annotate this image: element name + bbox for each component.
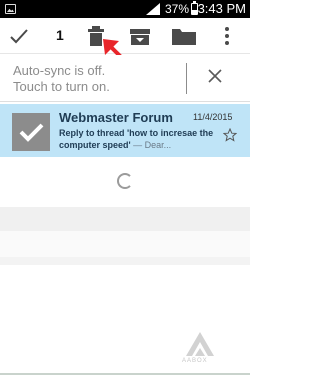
image-notification-icon bbox=[5, 4, 16, 14]
archive-box-icon[interactable] bbox=[129, 26, 151, 46]
status-bar: 37% 3:43 PM bbox=[0, 0, 250, 18]
loading-area bbox=[0, 157, 250, 207]
email-snippet: Reply to thread 'how to incresae the com… bbox=[59, 127, 221, 151]
auto-sync-message: Auto-sync is off. Touch to turn on. bbox=[13, 63, 110, 95]
more-vert-icon[interactable] bbox=[223, 26, 231, 46]
selected-check-icon[interactable] bbox=[12, 113, 50, 151]
selected-count: 1 bbox=[56, 27, 64, 43]
close-icon[interactable] bbox=[205, 66, 225, 86]
battery-percent: 37% bbox=[165, 2, 190, 16]
signal-icon bbox=[146, 3, 160, 15]
done-check-icon[interactable] bbox=[9, 26, 29, 46]
action-toolbar: 1 bbox=[0, 18, 250, 54]
watermark-text: AABOX bbox=[182, 358, 208, 364]
email-list-item[interactable]: Webmaster Forum 11/4/2015 Reply to threa… bbox=[0, 104, 250, 157]
move-folder-icon[interactable] bbox=[171, 26, 197, 46]
empty-list-band bbox=[0, 257, 250, 265]
star-icon[interactable] bbox=[223, 128, 237, 142]
delete-trash-icon[interactable] bbox=[87, 24, 105, 48]
email-date: 11/4/2015 bbox=[193, 112, 233, 122]
empty-list-band bbox=[0, 231, 250, 257]
loading-spinner-icon bbox=[117, 173, 133, 189]
banner-divider bbox=[186, 63, 187, 94]
auto-sync-line2: Touch to turn on. bbox=[13, 79, 110, 94]
email-sender: Webmaster Forum bbox=[59, 110, 173, 125]
clock: 3:43 PM bbox=[197, 1, 246, 16]
empty-list-band bbox=[0, 207, 250, 231]
auto-sync-banner[interactable]: Auto-sync is off. Touch to turn on. bbox=[0, 55, 250, 102]
auto-sync-line1: Auto-sync is off. bbox=[13, 63, 106, 78]
email-preview: — Dear... bbox=[130, 140, 172, 150]
